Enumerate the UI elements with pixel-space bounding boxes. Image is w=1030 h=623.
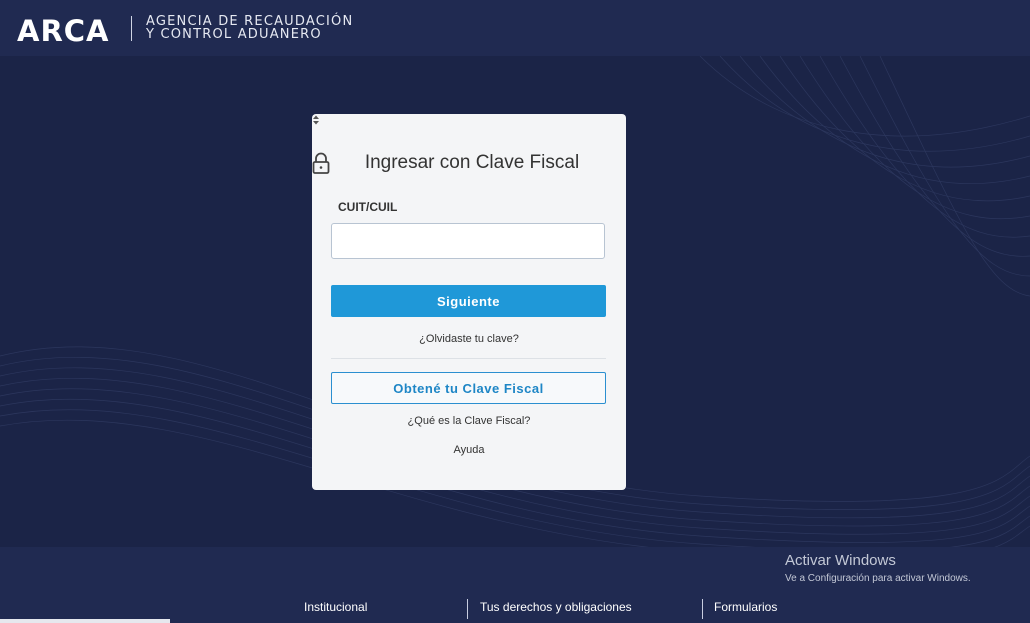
forgot-password-link[interactable]: ¿Olvidaste tu clave?: [312, 333, 626, 345]
get-clave-fiscal-button[interactable]: Obtené tu Clave Fiscal: [331, 372, 606, 404]
windows-activation-watermark: Activar Windows Ve a Configuración para …: [785, 552, 971, 584]
footer-link-formularios[interactable]: Formularios: [714, 600, 777, 614]
login-card: Ingresar con Clave Fiscal CUIT/CUIL Sigu…: [312, 114, 626, 490]
spinner-arrows-icon[interactable]: [312, 114, 320, 126]
footer-link-institucional[interactable]: Institucional: [304, 600, 367, 614]
bottom-strip: [0, 619, 170, 623]
cuit-label: CUIT/CUIL: [338, 200, 398, 214]
watermark-title: Activar Windows: [785, 552, 896, 569]
footer-separator: [702, 599, 703, 619]
site-footer: Activar Windows Ve a Configuración para …: [0, 547, 1030, 623]
site-header: ARCA AGENCIA DE RECAUDACIÓN Y CONTROL AD…: [0, 0, 1030, 56]
cuit-input[interactable]: [331, 223, 605, 259]
help-link[interactable]: Ayuda: [312, 444, 626, 456]
logo-divider: [131, 16, 132, 41]
footer-separator: [467, 599, 468, 619]
agency-line-2: Y CONTROL ADUANERO: [146, 27, 322, 42]
what-is-clave-fiscal-link[interactable]: ¿Qué es la Clave Fiscal?: [312, 415, 626, 427]
footer-link-derechos[interactable]: Tus derechos y obligaciones: [480, 600, 632, 614]
agency-name: AGENCIA DE RECAUDACIÓN Y CONTROL ADUANER…: [146, 15, 353, 41]
next-button[interactable]: Siguiente: [331, 285, 606, 317]
login-title-text: Ingresar con Clave Fiscal: [364, 152, 580, 173]
watermark-subtitle: Ve a Configuración para activar Windows.: [785, 573, 971, 584]
card-divider: [331, 358, 606, 359]
arca-logo[interactable]: ARCA: [17, 14, 110, 48]
hero-background: Ingresar con Clave Fiscal CUIT/CUIL Sigu…: [0, 56, 1030, 547]
login-title: Ingresar con Clave Fiscal: [312, 152, 626, 174]
